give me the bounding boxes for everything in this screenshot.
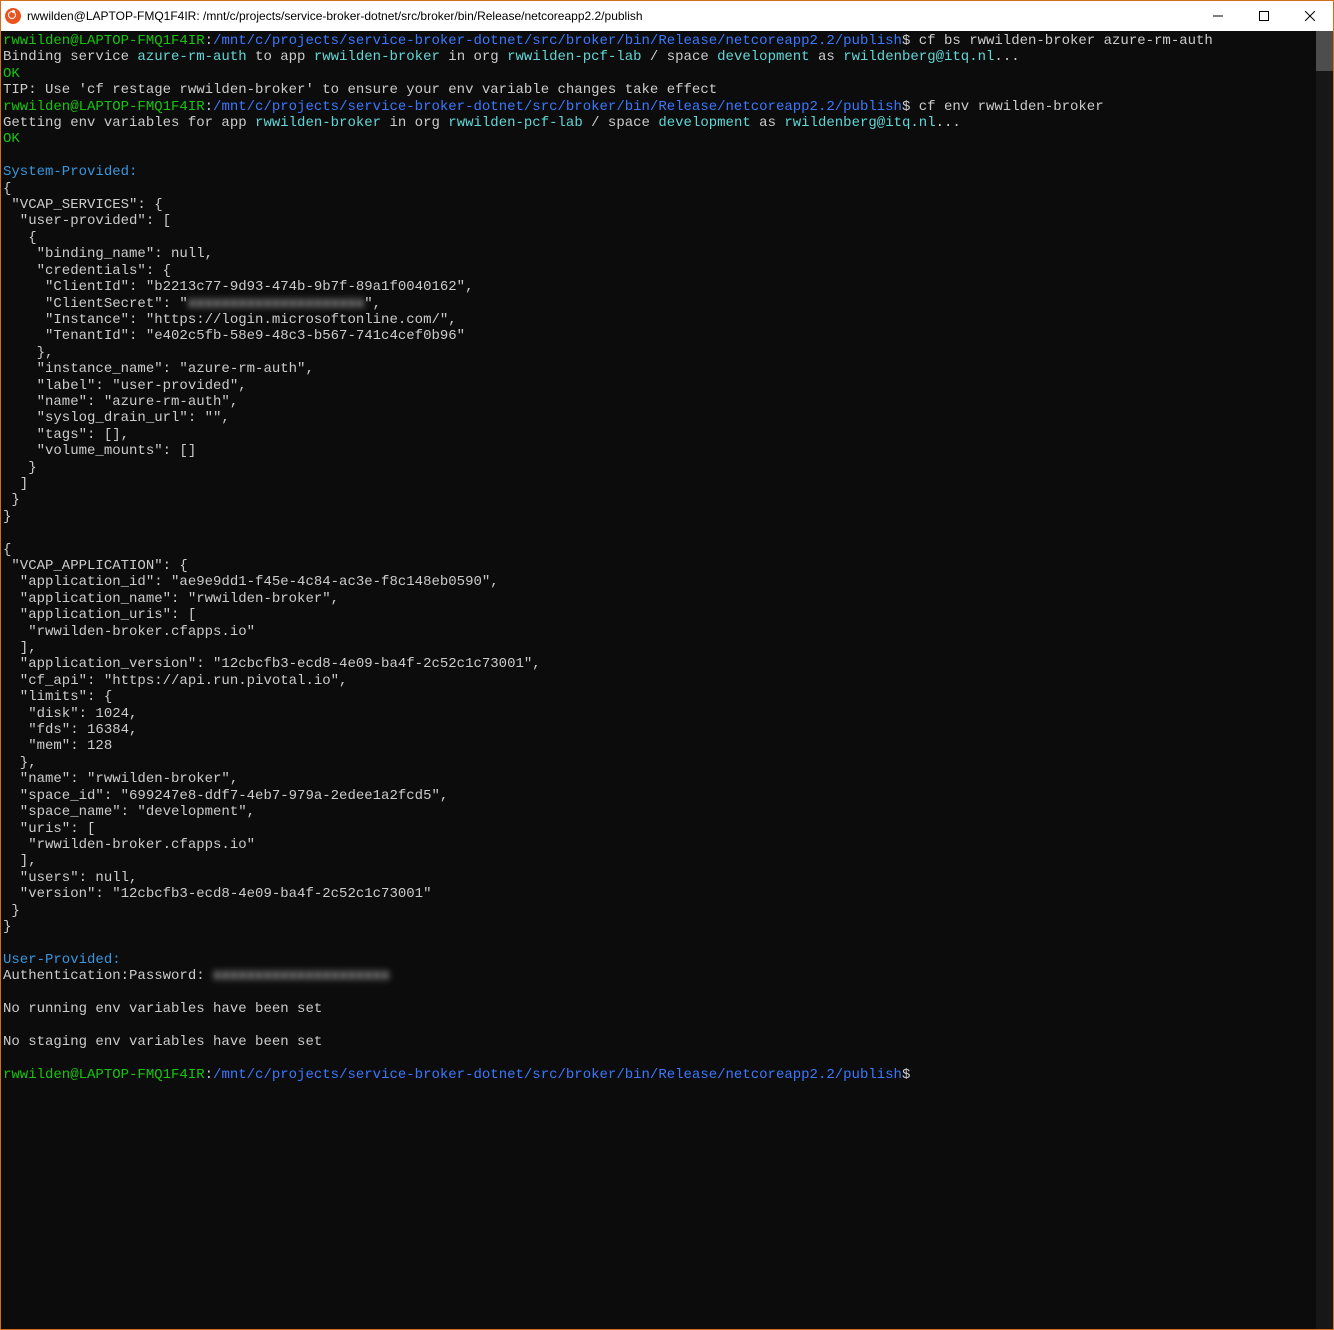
close-button[interactable] — [1287, 1, 1333, 31]
cmd-2-text: cf env rwwilden-broker — [919, 99, 1104, 115]
bind-p3: in org — [440, 49, 507, 65]
cmd-1-text: cf bs rwwilden-broker azure-rm-auth — [919, 33, 1213, 49]
bind-service: azure-rm-auth — [137, 49, 246, 65]
ok-2: OK — [3, 131, 20, 147]
titlebar[interactable]: rwwilden@LAPTOP-FMQ1F4IR: /mnt/c/project… — [1, 1, 1333, 31]
bind-p5: as — [810, 49, 844, 65]
prompt-path-2: /mnt/c/projects/service-broker-dotnet/sr… — [213, 99, 902, 115]
prompt-sym-3: $ — [902, 1067, 910, 1083]
window-title: rwwilden@LAPTOP-FMQ1F4IR: /mnt/c/project… — [27, 9, 643, 23]
bind-user: rwildenberg@itq.nl — [843, 49, 994, 65]
prompt-path: /mnt/c/projects/service-broker-dotnet/sr… — [213, 33, 902, 49]
user-provided-header: User-Provided: — [3, 952, 121, 968]
minimize-button[interactable] — [1195, 1, 1241, 31]
window-controls — [1195, 1, 1333, 31]
system-provided-header: System-Provided: — [3, 164, 137, 180]
vcap-services-json-a: { "VCAP_SERVICES": { "user-provided": [ … — [3, 181, 473, 312]
no-running-env: No running env variables have been set — [3, 1001, 322, 1017]
bind-space: development — [717, 49, 809, 65]
bind-p6: ... — [994, 49, 1019, 65]
prompt-sep-3: : — [205, 1067, 213, 1083]
auth-password-label: Authentication:Password: — [3, 968, 213, 984]
ubuntu-icon — [5, 8, 21, 24]
bind-app: rwwilden-broker — [314, 49, 440, 65]
vcap-services-json-b: ", "Instance": "https://login.microsofto… — [3, 296, 465, 525]
no-staging-env: No staging env variables have been set — [3, 1034, 322, 1050]
ok-1: OK — [3, 66, 20, 82]
scrollbar-thumb[interactable] — [1316, 31, 1333, 71]
vcap-application-json: { "VCAP_APPLICATION": { "application_id"… — [3, 542, 541, 935]
env-p2: in org — [381, 115, 448, 131]
terminal-area: rwwilden@LAPTOP-FMQ1F4IR:/mnt/c/projects… — [1, 31, 1333, 1329]
prompt-user: rwwilden@LAPTOP-FMQ1F4IR — [3, 33, 205, 49]
env-user: rwildenberg@itq.nl — [784, 115, 935, 131]
env-org: rwwilden-pcf-lab — [448, 115, 582, 131]
bind-p2: to app — [247, 49, 314, 65]
env-p4: as — [751, 115, 785, 131]
bind-org: rwwilden-pcf-lab — [507, 49, 641, 65]
terminal-window: rwwilden@LAPTOP-FMQ1F4IR: /mnt/c/project… — [0, 0, 1334, 1330]
maximize-button[interactable] — [1241, 1, 1287, 31]
env-p5: ... — [936, 115, 961, 131]
auth-password-redacted: xxxxxxxxxxxxxxxxxxxxx — [213, 968, 389, 984]
prompt-sep: : — [205, 33, 213, 49]
prompt-user-2: rwwilden@LAPTOP-FMQ1F4IR — [3, 99, 205, 115]
env-space: development — [658, 115, 750, 131]
prompt-user-3: rwwilden@LAPTOP-FMQ1F4IR — [3, 1067, 205, 1083]
cmd-1 — [910, 33, 918, 49]
bind-p4: / space — [642, 49, 718, 65]
prompt-sep-2: : — [205, 99, 213, 115]
scrollbar[interactable] — [1316, 31, 1333, 1329]
env-p1: Getting env variables for app — [3, 115, 255, 131]
terminal-output[interactable]: rwwilden@LAPTOP-FMQ1F4IR:/mnt/c/projects… — [1, 31, 1316, 1329]
env-p3: / space — [583, 115, 659, 131]
prompt-path-3: /mnt/c/projects/service-broker-dotnet/sr… — [213, 1067, 902, 1083]
tip-line: TIP: Use 'cf restage rwwilden-broker' to… — [3, 82, 717, 98]
env-app: rwwilden-broker — [255, 115, 381, 131]
client-secret-redacted: xxxxxxxxxxxxxxxxxxxxx — [188, 296, 364, 312]
bind-p1: Binding service — [3, 49, 137, 65]
